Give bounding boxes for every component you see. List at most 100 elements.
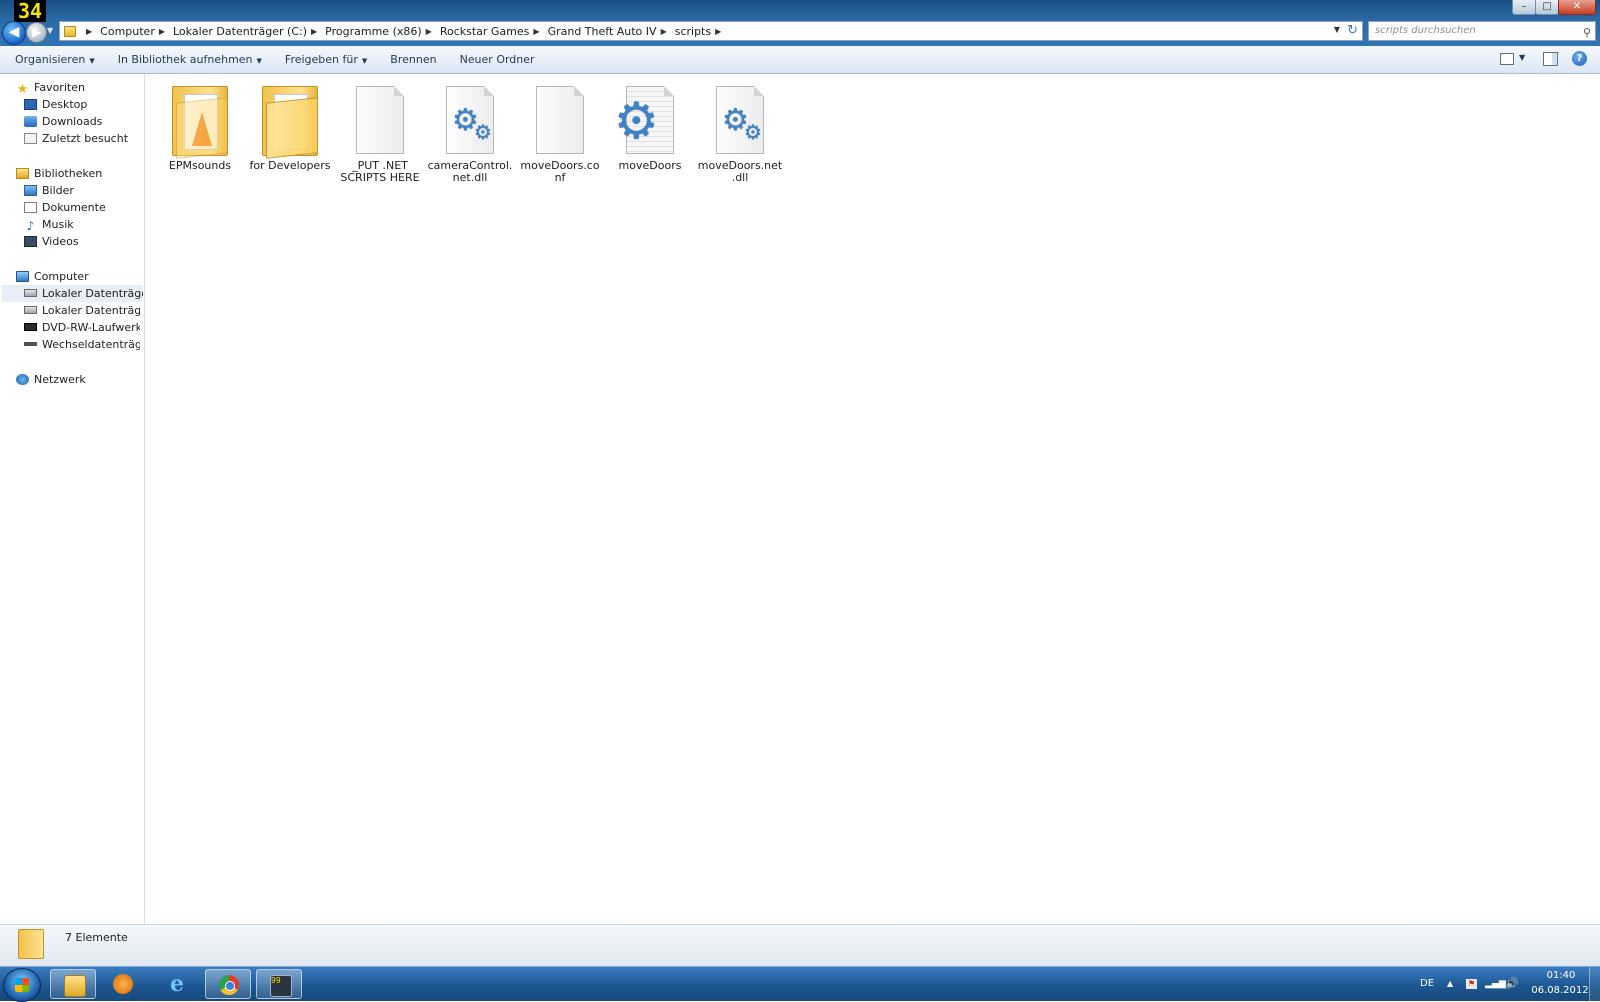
- taskbar-explorer-button[interactable]: [50, 969, 96, 999]
- maximize-button[interactable]: □: [1535, 0, 1559, 15]
- recent-pages-dropdown[interactable]: ▼: [47, 26, 57, 38]
- minimize-button[interactable]: –: [1512, 0, 1536, 15]
- sidebar-item-documents[interactable]: Dokumente: [24, 199, 140, 216]
- breadcrumb-separator[interactable]: ▶: [661, 27, 667, 36]
- language-indicator[interactable]: DE: [1420, 967, 1434, 1001]
- sidebar-item-label: Bilder: [42, 184, 74, 197]
- folder-icon: [64, 25, 76, 37]
- taskbar-media-player-button[interactable]: [100, 969, 146, 999]
- breadcrumb-separator[interactable]: ▶: [426, 27, 432, 36]
- address-dropdown-icon[interactable]: ▼: [1334, 25, 1340, 34]
- chrome-icon: [219, 975, 239, 995]
- music-icon: ♪: [26, 219, 35, 233]
- burn-button[interactable]: Brennen: [390, 53, 436, 66]
- sidebar-item-label: DVD-RW-Laufwerk (E:): [42, 321, 140, 334]
- sidebar-item-drive-d[interactable]: Lokaler Datenträger (D:: [24, 302, 140, 319]
- start-button[interactable]: [3, 968, 41, 1002]
- sidebar-item-recent[interactable]: Zuletzt besucht: [24, 130, 140, 147]
- breadcrumb-separator[interactable]: ▶: [533, 27, 539, 36]
- sidebar-item-desktop[interactable]: Desktop: [24, 96, 140, 113]
- hard-drive-icon: [24, 306, 37, 314]
- removable-drive-icon: [24, 342, 37, 346]
- command-bar: Organisieren ▼ In Bibliothek aufnehmen ▼ F…: [0, 46, 1600, 74]
- change-view-icon[interactable]: [1500, 53, 1514, 65]
- help-icon[interactable]: ?: [1572, 51, 1587, 66]
- file-item[interactable]: ⚙ moveDoors: [607, 82, 693, 172]
- item-count: 7 Elemente: [65, 931, 128, 944]
- network-signal-icon[interactable]: ▂▄▆: [1485, 967, 1506, 1001]
- breadcrumb-separator[interactable]: ▶: [86, 27, 92, 36]
- breadcrumb-gta4[interactable]: Grand Theft Auto IV: [548, 25, 657, 38]
- breadcrumb-programme[interactable]: Programme (x86): [325, 25, 421, 38]
- file-item[interactable]: moveDoors.conf: [517, 82, 603, 184]
- back-button[interactable]: ◀: [2, 21, 26, 45]
- close-button[interactable]: ✕: [1558, 0, 1596, 15]
- dvd-drive-icon: [24, 323, 37, 331]
- show-hidden-icons-icon[interactable]: ▲: [1447, 967, 1453, 1001]
- title-bar: 34 – □ ✕ ◀ ▶ ▼ ▶ Computer ▶ Lokaler Date…: [0, 0, 1600, 46]
- star-icon: ★: [16, 82, 29, 96]
- sidebar-item-pictures[interactable]: Bilder: [24, 182, 140, 199]
- sidebar-item-label: Dokumente: [42, 201, 106, 214]
- refresh-icon[interactable]: ↻: [1347, 23, 1358, 38]
- taskbar-chrome-button[interactable]: [205, 969, 251, 999]
- file-item[interactable]: ⚙ ⚙ cameraControl.net.dll: [427, 82, 513, 184]
- hard-drive-icon: [24, 289, 37, 297]
- volume-icon[interactable]: 🔊: [1505, 967, 1519, 1001]
- sidebar-item-network[interactable]: Netzwerk: [16, 371, 140, 388]
- sidebar-item-drive-g[interactable]: Wechseldatenträger (G: [24, 336, 140, 353]
- sidebar-item-label: Musik: [42, 218, 74, 231]
- address-bar[interactable]: ▶ Computer ▶ Lokaler Datenträger (C:) ▶ …: [59, 21, 1363, 41]
- file-name: EPMsounds: [168, 159, 232, 172]
- action-center-flag-icon[interactable]: ⚑: [1466, 979, 1477, 989]
- share-with-label: Freigeben für: [284, 53, 358, 66]
- chevron-down-icon[interactable]: ▼: [1519, 53, 1525, 62]
- preview-pane-icon[interactable]: [1543, 52, 1558, 66]
- documents-icon: [24, 202, 37, 213]
- breadcrumb-separator[interactable]: ▶: [159, 27, 165, 36]
- show-desktop-button[interactable]: [1589, 967, 1600, 1001]
- file-name: _PUT .NET SCRIPTS HERE: [340, 159, 420, 184]
- sidebar-item-libraries[interactable]: Bibliotheken: [16, 165, 140, 182]
- explorer-icon: [64, 975, 86, 997]
- forward-button[interactable]: ▶: [26, 22, 47, 43]
- search-placeholder: scripts durchsuchen: [1375, 25, 1476, 36]
- sidebar-item-drive-e[interactable]: DVD-RW-Laufwerk (E:): [24, 319, 140, 336]
- pictures-icon: [24, 185, 37, 196]
- sidebar-item-computer[interactable]: Computer: [16, 268, 140, 285]
- sidebar-item-videos[interactable]: Videos: [24, 233, 140, 250]
- search-input[interactable]: scripts durchsuchen ⚲: [1368, 21, 1596, 41]
- breadcrumb-rockstar[interactable]: Rockstar Games: [440, 25, 530, 38]
- breadcrumb-computer[interactable]: Computer: [100, 25, 155, 38]
- windows-logo-icon: [15, 978, 29, 992]
- videos-icon: [24, 236, 37, 247]
- search-icon[interactable]: ⚲: [1583, 24, 1591, 42]
- file-item[interactable]: EPMsounds: [157, 82, 243, 172]
- sidebar-item-downloads[interactable]: Downloads: [24, 113, 140, 130]
- file-item[interactable]: for Developers: [247, 82, 333, 172]
- breadcrumb-separator[interactable]: ▶: [311, 27, 317, 36]
- chevron-down-icon: ▼: [89, 57, 95, 65]
- sidebar-item-music[interactable]: ♪ Musik: [24, 216, 140, 233]
- blank-file-icon: [528, 82, 592, 156]
- recent-places-icon: [24, 133, 37, 144]
- add-to-library-button[interactable]: In Bibliothek aufnehmen ▼: [118, 53, 262, 66]
- sidebar-item-drive-c[interactable]: Lokaler Datenträger (C:: [2, 285, 143, 302]
- share-with-button[interactable]: Freigeben für ▼: [285, 53, 367, 66]
- clock-date[interactable]: 06.08.2012: [1527, 985, 1593, 996]
- breadcrumb-drive-c[interactable]: Lokaler Datenträger (C:): [173, 25, 307, 38]
- clock-time[interactable]: 01:40: [1533, 970, 1589, 981]
- taskbar-game-button[interactable]: 99: [256, 969, 302, 999]
- breadcrumb-separator[interactable]: ▶: [715, 27, 721, 36]
- fps-counter: 34: [14, 0, 47, 22]
- breadcrumb-scripts[interactable]: scripts: [675, 25, 711, 38]
- file-item[interactable]: _PUT .NET SCRIPTS HERE: [337, 82, 423, 184]
- new-folder-button[interactable]: Neuer Ordner: [460, 53, 535, 66]
- file-item[interactable]: ⚙ ⚙ moveDoors.net.dll: [697, 82, 783, 184]
- sidebar-item-label: Desktop: [42, 98, 88, 111]
- sidebar-item-label: Favoriten: [34, 81, 85, 94]
- sidebar-item-favorites[interactable]: ★ Favoriten: [16, 79, 140, 96]
- organize-button[interactable]: Organisieren ▼: [15, 53, 95, 66]
- taskbar-ie-button[interactable]: e: [154, 969, 200, 999]
- file-list: EPMsounds for Developers _PUT .NET SCRIP…: [145, 74, 1600, 924]
